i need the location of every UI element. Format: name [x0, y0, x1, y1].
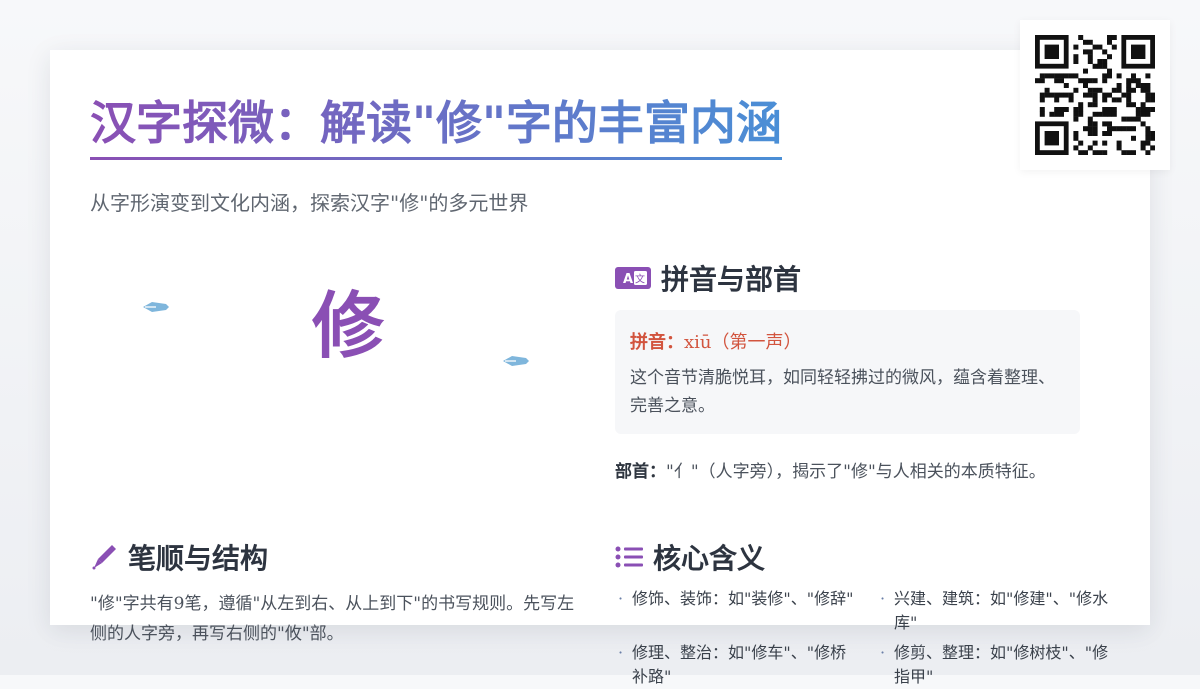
pinyin-value: xiū（第一声） [684, 332, 802, 353]
meaning-section-heading: 核心含义 [615, 537, 765, 577]
list-item: 修剪、整理：如"修树枝"、"修指甲" [880, 641, 1124, 689]
list-item: 修饰、装饰：如"装修"、"修辞" [618, 587, 862, 611]
svg-text:A: A [623, 272, 633, 287]
pen-icon [92, 545, 116, 570]
stroke-section-heading: 笔顺与结构 [90, 537, 268, 577]
stroke-heading: 笔顺与结构 [128, 542, 269, 575]
meaning-heading: 核心含义 [653, 542, 766, 575]
radical-info: 部首："亻"（人字旁），揭示了"修"与人相关的本质特征。 [615, 457, 1046, 482]
pen-nib-icon [143, 302, 169, 312]
pinyin-line: 拼音：xiū（第一声） [630, 328, 802, 354]
list-icon [615, 546, 643, 568]
list-item: 兴建、建筑：如"修建"、"修水库" [880, 587, 1124, 635]
pinyin-heading: 拼音与部首 [661, 263, 802, 296]
featured-character: 修 [312, 284, 385, 368]
character-display: 修 [90, 260, 570, 460]
language-icon: A 文 [615, 267, 651, 289]
page-subtitle: 从字形演变到文化内涵，探索汉字"修"的多元世界 [90, 191, 529, 215]
pinyin-card: 拼音：xiū（第一声） 这个音节清脆悦耳，如同轻轻拂过的微风，蕴含着整理、完善之… [615, 310, 1080, 434]
pinyin-section-heading: A 文 拼音与部首 [615, 258, 801, 298]
qr-code[interactable] [1020, 20, 1170, 170]
radical-label: 部首： [615, 462, 666, 482]
pinyin-label: 拼音： [630, 332, 684, 353]
stroke-description: "修"字共有9笔，遵循"从左到右、从上到下"的书写规则。先写左侧的人字旁，再写右… [90, 594, 575, 644]
radical-value: "亻"（人字旁），揭示了"修"与人相关的本质特征。 [666, 462, 1046, 482]
slide-card: 汉字探微：解读"修"字的丰富内涵 从字形演变到文化内涵，探索汉字"修"的多元世界… [50, 50, 1150, 686]
list-item: 修理、整治：如"修车"、"修桥补路" [618, 641, 862, 689]
qr-code-icon [1035, 35, 1155, 155]
pen-nib-icon [503, 356, 529, 366]
svg-text:文: 文 [635, 273, 645, 286]
page-title: 汉字探微：解读"修"字的丰富内涵 [90, 98, 782, 160]
pinyin-description: 这个音节清脆悦耳，如同轻轻拂过的微风，蕴含着整理、完善之意。 [630, 368, 1055, 416]
